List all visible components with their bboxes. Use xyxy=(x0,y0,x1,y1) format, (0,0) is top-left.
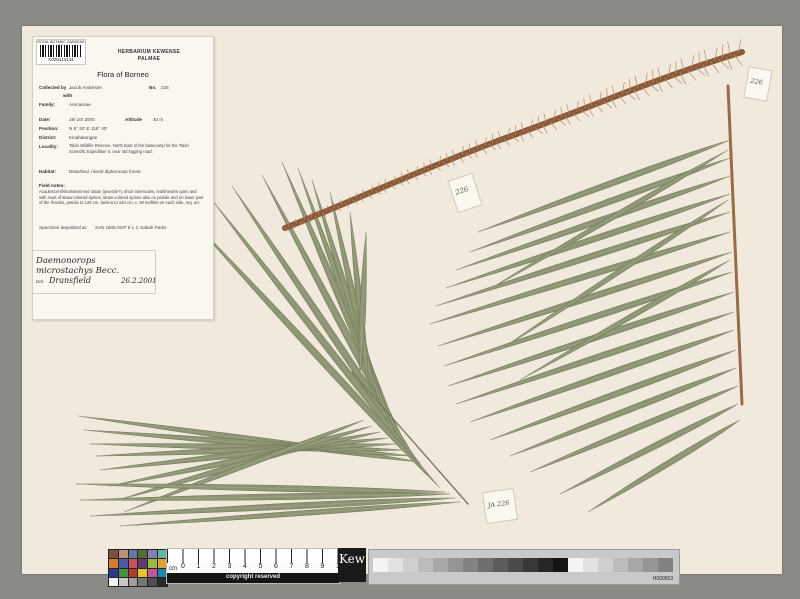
position: N 5° 20' E 118° 40' xyxy=(69,126,108,131)
gray-step xyxy=(658,558,673,572)
district: Kinabatangan xyxy=(69,135,98,140)
gray-step xyxy=(613,558,628,572)
ruler-number: 2 xyxy=(212,563,216,570)
paper-tag: JA 226 xyxy=(481,487,519,525)
gray-steps xyxy=(373,558,673,572)
gray-scale-card: H000553 xyxy=(368,549,680,585)
altitude: 40 m xyxy=(153,117,164,122)
gray-card-id: H000553 xyxy=(652,576,673,582)
copyright-text: copyright reserved xyxy=(225,574,281,580)
barcode-number: K000114144 xyxy=(48,57,74,62)
deposited-label: Specimen deposited at: xyxy=(39,225,88,230)
leaflet-midrib xyxy=(437,251,733,347)
gray-step xyxy=(478,558,493,572)
flora-title: Flora of Borneo xyxy=(97,70,149,79)
collector-number: 226 xyxy=(161,85,169,90)
ruler-number: 4 xyxy=(243,563,247,570)
locality: Tabin Wildlife Reserve, North East of th… xyxy=(69,143,189,154)
ruler-number: 8 xyxy=(305,563,309,570)
spiny-stem xyxy=(282,39,745,231)
collected-by-label: Collected by xyxy=(39,85,67,90)
kew-logo: Kew xyxy=(338,548,366,582)
ruler-numbers: 012345678910 xyxy=(181,563,352,570)
color-checker xyxy=(108,549,168,587)
family: Arecaceae xyxy=(69,102,91,107)
gray-step xyxy=(418,558,433,572)
family-label: Family: xyxy=(39,102,56,107)
stem xyxy=(282,49,745,231)
gray-step xyxy=(598,558,613,572)
field-notes: Acaulescent/shortstemmed rattan (juvenil… xyxy=(39,189,204,206)
gray-step xyxy=(373,558,388,572)
gray-step xyxy=(463,558,478,572)
ruler-number: 7 xyxy=(289,563,294,570)
ruler-number: 5 xyxy=(258,563,263,570)
gray-step xyxy=(523,558,538,572)
tag-text: 226 xyxy=(749,76,764,87)
habitat-label: Habitat: xyxy=(39,169,57,174)
gray-step xyxy=(538,558,553,572)
with-label: with xyxy=(63,93,73,98)
date-label: Date: xyxy=(39,117,51,122)
gray-step xyxy=(388,558,403,572)
deposited-at: SAN UMS KEP K L C Sabah Parks xyxy=(95,225,167,230)
right-rachis xyxy=(726,84,744,406)
ruler-number: 0 xyxy=(181,563,185,570)
herbarium-title: HERBARIUM KEWENSE PALMAE xyxy=(89,49,209,63)
district-label: District: xyxy=(39,135,57,140)
leaflet-midrib xyxy=(443,271,733,367)
left-rachis xyxy=(351,371,469,505)
barcode-bars xyxy=(40,45,82,57)
kew-wordmark: Kew xyxy=(339,552,366,566)
det-date: 26.2.2001 xyxy=(121,277,157,285)
collector: Jacob Andersen xyxy=(69,85,102,90)
herbarium-name: HERBARIUM KEWENSE xyxy=(117,49,181,55)
det-name: Daemonorops microstachys Becc. xyxy=(36,256,120,276)
gray-step xyxy=(448,558,463,572)
cm-ruler: cm 012345678910 copyright reserved xyxy=(166,548,344,584)
barcode: ROYAL BOTANIC GARDENS KEW K000114144 xyxy=(36,39,86,65)
gray-step xyxy=(403,558,418,572)
gray-step xyxy=(433,558,448,572)
ruler-unit: cm xyxy=(169,566,177,572)
gray-step xyxy=(493,558,508,572)
gray-step xyxy=(568,558,583,572)
ruler-number: 3 xyxy=(227,563,232,570)
gray-step xyxy=(553,558,568,572)
habitat: Disturbed, mixed dipterocarp forest. xyxy=(69,169,142,174)
gray-step xyxy=(643,558,658,572)
tag-text: JA 226 xyxy=(487,498,510,510)
determination-slip: Daemonorops microstachys Becc. Det. Dran… xyxy=(32,250,157,294)
ruler-number: 1 xyxy=(196,563,201,570)
field-notes-label: Field notes: xyxy=(39,183,65,188)
gray-step xyxy=(583,558,598,572)
gray-step xyxy=(628,558,643,572)
number-label: No. xyxy=(149,85,157,90)
date: 19/ 10/ 2000 xyxy=(69,117,95,122)
det-prefix: Det. xyxy=(36,279,45,284)
det-by: Dransfield xyxy=(49,276,92,285)
altitude-label: Altitude xyxy=(125,117,143,122)
ruler-number: 6 xyxy=(274,563,278,570)
gray-step xyxy=(508,558,523,572)
locality-label: Locality: xyxy=(39,144,58,149)
ruler-number: 9 xyxy=(320,563,325,570)
herbarium-group: PALMAE xyxy=(137,56,161,62)
ruler-ticks xyxy=(167,549,339,563)
position-label: Position: xyxy=(39,126,59,131)
